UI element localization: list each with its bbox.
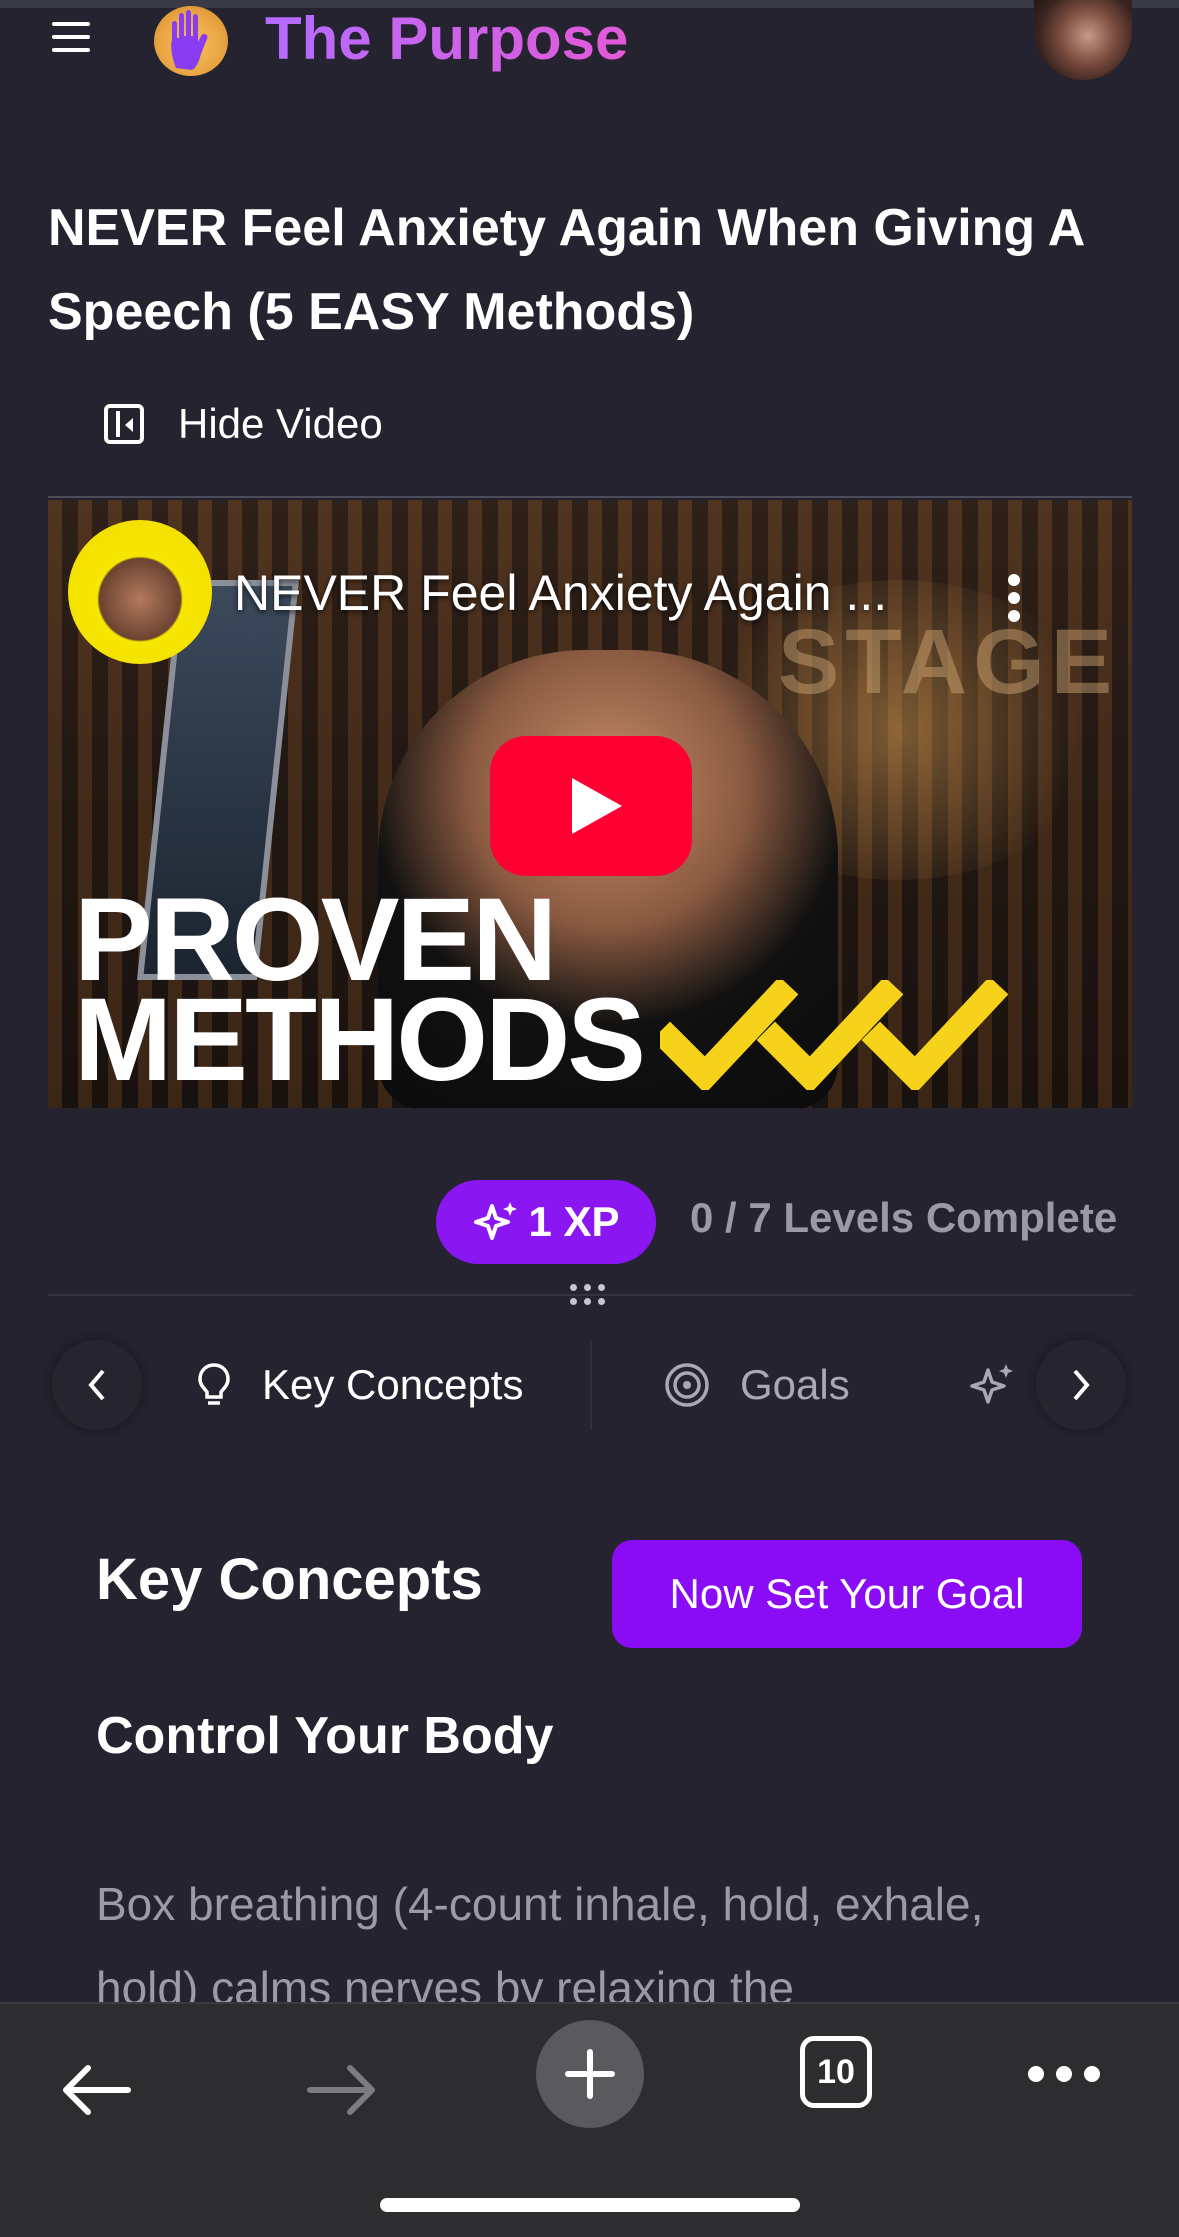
thumbnail-text-line2: METHODS (74, 974, 646, 1106)
app-header: The Purpose (0, 0, 1179, 90)
xp-badge: 1 XP (436, 1180, 656, 1264)
sparkle-icon (970, 1364, 1013, 1404)
plus-icon (565, 2049, 615, 2099)
tab-key-concepts[interactable]: Key Concepts (196, 1350, 523, 1420)
collapse-panel-icon (104, 404, 144, 444)
player-video-title[interactable]: NEVER Feel Anxiety Again ... (234, 564, 887, 622)
hand-logo-icon[interactable] (154, 6, 228, 76)
target-icon (665, 1363, 709, 1407)
forward-arrow-icon[interactable] (304, 2062, 380, 2118)
drag-handle-icon[interactable] (570, 1284, 610, 1306)
lightbulb-icon (198, 1363, 230, 1405)
hide-video-label: Hide Video (178, 400, 383, 447)
divider (48, 496, 1132, 498)
brand-name[interactable]: The Purpose (265, 4, 628, 73)
hide-video-button[interactable]: Hide Video (104, 396, 383, 452)
levels-complete: 0 / 7 Levels Complete (690, 1194, 1118, 1241)
section-title: Key Concepts (96, 1547, 483, 1612)
tabs-scroll-left-button[interactable] (52, 1340, 142, 1430)
hamburger-menu-icon[interactable] (52, 22, 92, 56)
video-title: NEVER Feel Anxiety Again When Giving A S… (48, 199, 1084, 341)
sparkle-icon (474, 1202, 518, 1240)
back-arrow-icon[interactable] (58, 2062, 134, 2118)
tab-switcher-button[interactable]: 10 (800, 2036, 872, 2108)
xp-value: 1 XP (528, 1198, 620, 1245)
chevron-right-icon (1073, 1369, 1090, 1401)
tab-sparkle[interactable] (968, 1350, 1018, 1420)
tab-separator (590, 1340, 592, 1430)
checkmarks-icon (660, 980, 1009, 1090)
more-menu-icon[interactable] (1028, 2066, 1100, 2082)
page: The Purpose NEVER Feel Anxiety Again Whe… (0, 0, 1179, 2237)
tab-label: Key Concepts (262, 1361, 524, 1408)
video-player[interactable]: STAGE NEVER Feel Anxiety Again ... PROVE… (48, 500, 1132, 1108)
set-goal-button[interactable]: Now Set Your Goal (612, 1540, 1082, 1648)
tabs-scroll-right-button[interactable] (1036, 1340, 1126, 1430)
play-button[interactable] (490, 736, 692, 876)
concept-title: Control Your Body (96, 1707, 554, 1765)
user-avatar[interactable] (1034, 0, 1132, 80)
home-indicator[interactable] (380, 2198, 800, 2212)
tab-goals[interactable]: Goals (664, 1350, 850, 1420)
more-options-icon[interactable] (1008, 574, 1022, 628)
new-tab-button[interactable] (536, 2020, 644, 2128)
channel-avatar[interactable] (68, 520, 212, 664)
browser-toolbar: 10 (0, 2002, 1179, 2237)
tab-label: Goals (740, 1361, 850, 1408)
chevron-left-icon (88, 1369, 105, 1401)
stage-sign-text: STAGE (778, 611, 1119, 713)
